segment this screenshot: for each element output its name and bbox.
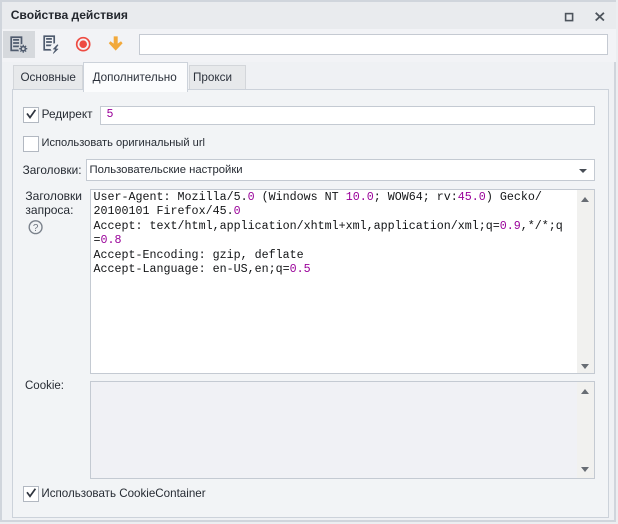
svg-text:?: ? bbox=[33, 222, 39, 233]
